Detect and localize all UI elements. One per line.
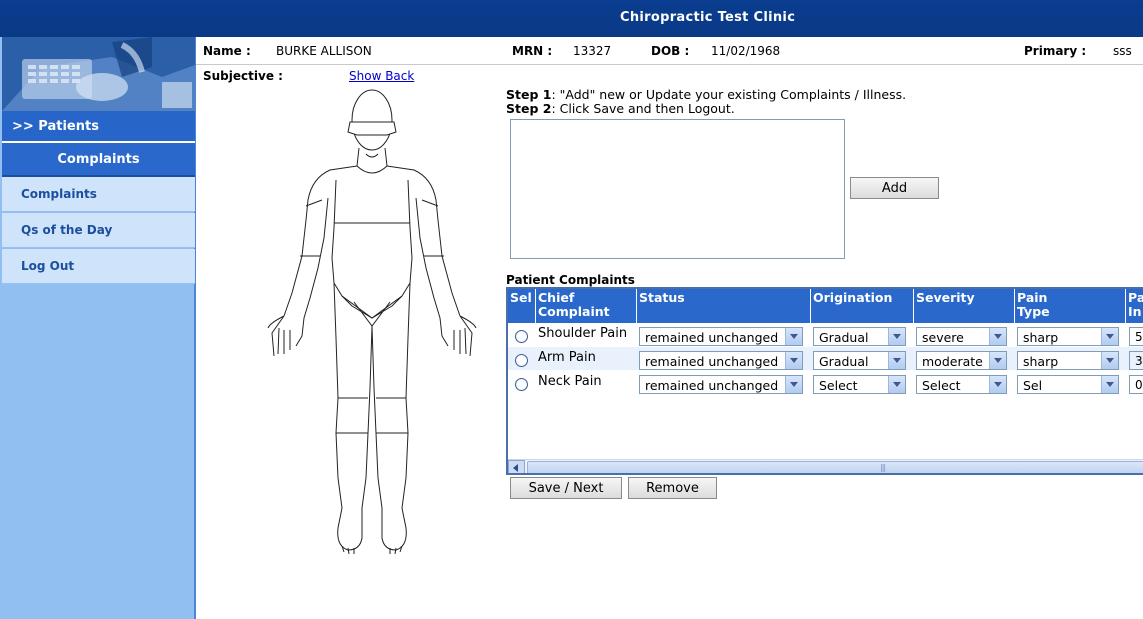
step-1-instruction: Step 1: "Add" new or Update your existin… <box>506 87 906 102</box>
severity-select-value: Select <box>922 378 961 393</box>
sidebar-banner-image <box>2 37 195 111</box>
chevron-down-icon <box>785 328 802 345</box>
sidebar-item-complaints[interactable]: Complaints <box>2 177 195 212</box>
table-row: Arm Pain remained unchanged Gradual mode… <box>508 347 1143 371</box>
col-pain-label-1: Pain <box>1017 290 1048 305</box>
col-pain-label-2: Type <box>1017 304 1050 319</box>
scrollbar-thumb[interactable]: ||| <box>527 461 1143 473</box>
horizontal-scrollbar[interactable]: ||| <box>508 459 1143 473</box>
show-back-link[interactable]: Show Back <box>349 69 414 83</box>
pain-type-select-value: sharp <box>1023 354 1059 369</box>
col-pain-type-header: Pain Type <box>1015 289 1126 323</box>
step-2-instruction: Step 2: Click Save and then Logout. <box>506 101 735 116</box>
col-status-header: Status <box>637 289 811 323</box>
complaints-grid: Sel Chief Complaint Status Origination S… <box>506 287 1143 475</box>
status-select-value: remained unchanged <box>645 378 779 393</box>
status-select-value: remained unchanged <box>645 330 779 345</box>
origination-select[interactable]: Gradual <box>813 351 906 370</box>
pain-type-select[interactable]: sharp <box>1017 327 1119 346</box>
row-select-radio[interactable] <box>515 330 528 343</box>
chevron-down-icon <box>888 352 905 369</box>
table-row: Neck Pain remained unchanged Select Sele… <box>508 371 1143 395</box>
patient-info-bar: Name : BURKE ALLISON MRN : 13327 DOB : 1… <box>196 37 1143 65</box>
severity-select-value: moderate <box>922 354 983 369</box>
patient-primary: sss <box>1113 44 1132 58</box>
severity-select-value: severe <box>922 330 964 345</box>
col-next-header: Pa In <box>1126 289 1143 323</box>
col-severity-header: Severity <box>914 289 1015 323</box>
pain-type-select-value: sharp <box>1023 330 1059 345</box>
col-next-label-1: Pa <box>1128 290 1143 305</box>
pain-intensity-input[interactable]: 0 <box>1129 375 1143 394</box>
chevron-down-icon <box>888 376 905 393</box>
col-next-label-2: In <box>1128 304 1142 319</box>
chevron-down-icon <box>989 352 1006 369</box>
remove-button[interactable]: Remove <box>628 477 717 499</box>
chevron-down-icon <box>989 328 1006 345</box>
chevron-down-icon <box>785 352 802 369</box>
step-2-text: : Click Save and then Logout. <box>551 101 735 116</box>
pain-type-select[interactable]: sharp <box>1017 351 1119 370</box>
patient-mrn: 13327 <box>573 44 612 58</box>
pain-type-select[interactable]: Sel <box>1017 375 1119 394</box>
name-label: Name : <box>203 44 251 58</box>
chevron-down-icon <box>888 328 905 345</box>
chief-complaint-cell: Neck Pain <box>538 374 602 389</box>
row-select-radio[interactable] <box>515 378 528 391</box>
scroll-left-arrow-icon[interactable] <box>508 460 525 473</box>
dob-label: DOB : <box>651 44 690 58</box>
patient-name: BURKE ALLISON <box>276 44 372 58</box>
patient-complaints-title: Patient Complaints <box>506 273 635 287</box>
patient-dob: 11/02/1968 <box>711 44 781 58</box>
pain-intensity-input[interactable]: 3 <box>1129 351 1143 370</box>
nav-patients[interactable]: >> Patients <box>2 111 195 143</box>
pain-intensity-input[interactable]: 5 <box>1129 327 1143 346</box>
clinic-title: Chiropractic Test Clinic <box>620 10 796 25</box>
top-header-bar: Chiropractic Test Clinic <box>0 0 1143 37</box>
origination-select-value: Select <box>819 378 858 393</box>
chief-complaint-cell: Arm Pain <box>538 350 596 365</box>
mrn-label: MRN : <box>512 44 553 58</box>
chevron-down-icon <box>785 376 802 393</box>
step-2-label: Step 2 <box>506 101 552 116</box>
table-row: Shoulder Pain remained unchanged Gradual… <box>508 323 1143 347</box>
chevron-down-icon <box>1101 352 1118 369</box>
severity-select[interactable]: moderate <box>916 351 1007 370</box>
origination-select[interactable]: Select <box>813 375 906 394</box>
add-button[interactable]: Add <box>850 177 939 199</box>
pain-type-select-value: Sel <box>1023 378 1043 393</box>
status-select-value: remained unchanged <box>645 354 779 369</box>
status-select[interactable]: remained unchanged <box>639 351 803 370</box>
origination-select-value: Gradual <box>819 354 869 369</box>
step-1-label: Step 1 <box>506 87 552 102</box>
status-select[interactable]: remained unchanged <box>639 375 803 394</box>
col-chief-complaint-header: Chief Complaint <box>536 289 637 323</box>
sidebar-item-qs-of-the-day[interactable]: Qs of the Day <box>2 213 195 248</box>
severity-select[interactable]: Select <box>916 375 1007 394</box>
body-diagram[interactable] <box>262 88 484 556</box>
step-1-text: : "Add" new or Update your existing Comp… <box>551 87 907 102</box>
subjective-label: Subjective : <box>203 69 283 83</box>
severity-select[interactable]: severe <box>916 327 1007 346</box>
origination-select-value: Gradual <box>819 330 869 345</box>
primary-label: Primary : <box>1024 44 1087 58</box>
chevron-down-icon <box>1101 328 1118 345</box>
save-next-button[interactable]: Save / Next <box>510 477 622 499</box>
col-chief-label-2: Complaint <box>538 304 610 319</box>
nav-complaints-section-header: Complaints <box>2 143 195 177</box>
scrollbar-grip-icon: ||| <box>880 463 886 472</box>
chevron-down-icon <box>1101 376 1118 393</box>
col-chief-label-1: Chief <box>538 290 575 305</box>
chief-complaint-cell: Shoulder Pain <box>538 326 628 341</box>
status-select[interactable]: remained unchanged <box>639 327 803 346</box>
col-sel-header: Sel <box>508 289 536 323</box>
chevron-down-icon <box>989 376 1006 393</box>
sidebar-item-log-out[interactable]: Log Out <box>2 249 195 284</box>
col-origination-header: Origination <box>811 289 914 323</box>
complaint-textarea[interactable] <box>510 119 845 259</box>
origination-select[interactable]: Gradual <box>813 327 906 346</box>
sidebar: >> Patients Complaints Complaints Qs of … <box>0 37 196 619</box>
grid-header: Sel Chief Complaint Status Origination S… <box>508 289 1143 323</box>
row-select-radio[interactable] <box>515 354 528 367</box>
